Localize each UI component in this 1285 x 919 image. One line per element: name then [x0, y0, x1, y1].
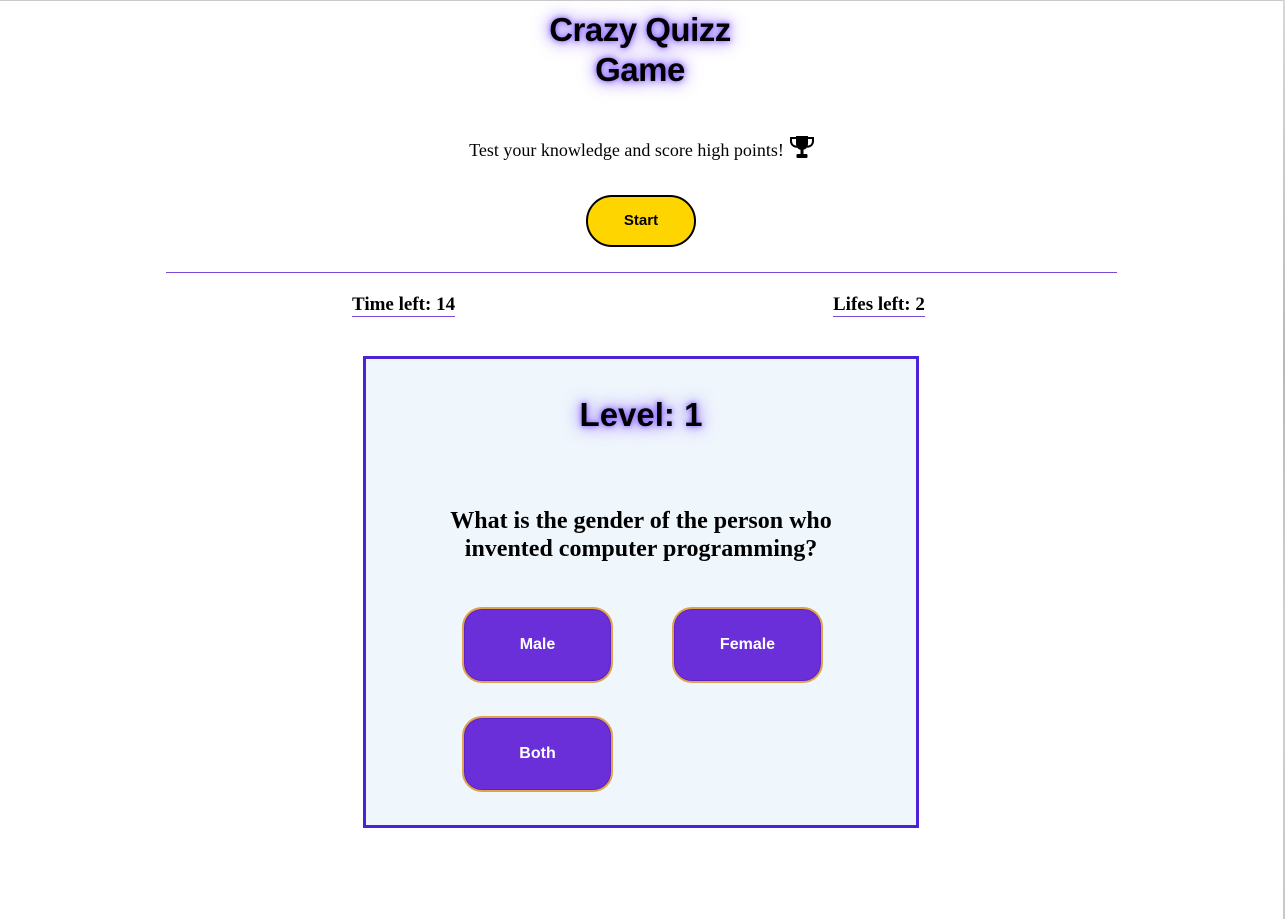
- time-left-label: Time left:: [352, 294, 432, 315]
- page-title: Crazy Quizz Game: [490, 10, 790, 90]
- level-value: 1: [684, 396, 703, 433]
- title-line-2: Game: [595, 51, 685, 88]
- lifes-left-indicator: Lifes left: 2: [833, 294, 925, 317]
- lifes-left-label: Lifes left:: [833, 294, 911, 315]
- lifes-left-value: 2: [915, 294, 925, 315]
- window-top-border: [0, 0, 1285, 1]
- level-label: Level:: [579, 396, 675, 433]
- answer-button-male[interactable]: Male: [462, 607, 613, 683]
- time-left-indicator: Time left: 14: [352, 294, 456, 317]
- question-text: What is the gender of the person who inv…: [450, 508, 832, 562]
- answer-button-both[interactable]: Both: [462, 716, 613, 792]
- subtitle: Test your knowledge and score high point…: [400, 134, 885, 165]
- trophy-icon: [788, 134, 816, 160]
- level-heading: Level: 1: [366, 395, 916, 435]
- time-left-value: 14: [436, 294, 456, 315]
- title-line-1: Crazy Quizz: [549, 11, 731, 48]
- section-divider: [166, 272, 1117, 273]
- start-button[interactable]: Start: [586, 195, 696, 247]
- answer-button-female[interactable]: Female: [672, 607, 823, 683]
- subtitle-text: Test your knowledge and score high point…: [469, 140, 784, 160]
- quiz-card: Level: 1 What is the gender of the perso…: [363, 356, 919, 828]
